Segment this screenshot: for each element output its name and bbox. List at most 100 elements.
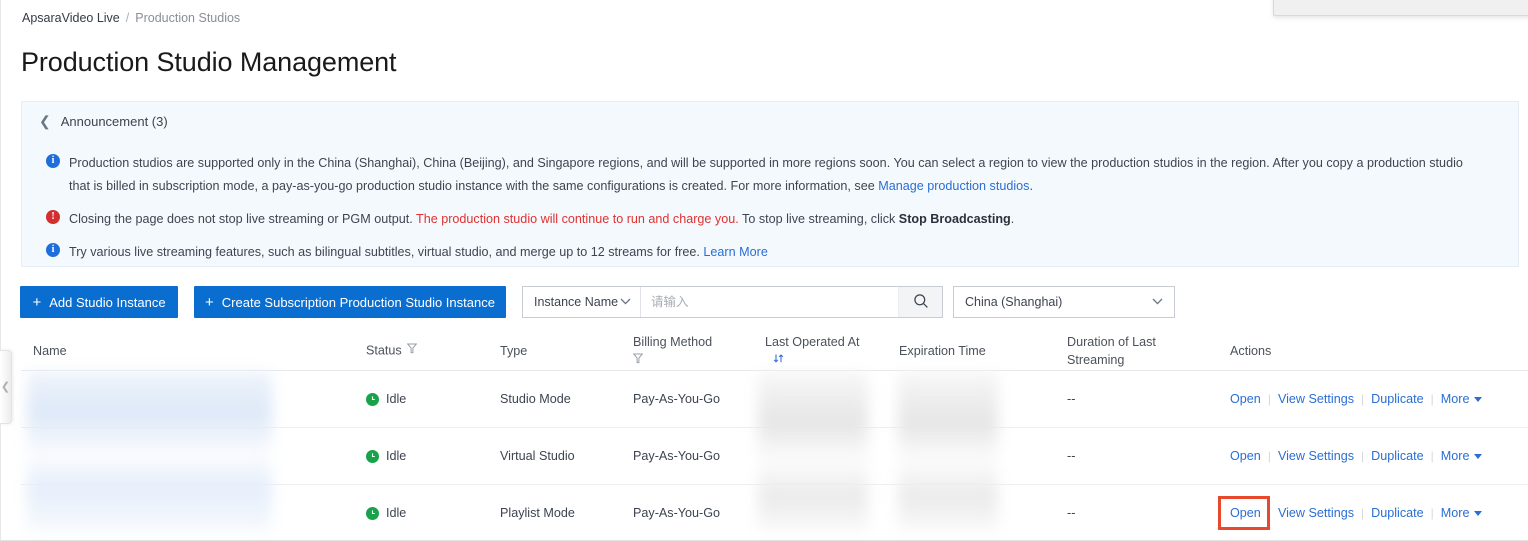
clock-icon [366, 449, 379, 463]
open-link[interactable]: Open [1223, 392, 1268, 406]
column-header-actions: Actions [1230, 343, 1271, 361]
view-settings-link[interactable]: View Settings [1271, 506, 1361, 520]
search-filter-select[interactable]: Instance Name [523, 287, 641, 317]
column-header-name: Name [33, 343, 67, 361]
toolbar: + Add Studio Instance + Create Subscriptio… [20, 286, 1175, 318]
column-header-label: Type [500, 344, 528, 358]
announcement-text-segment: . [1029, 178, 1033, 193]
announcement-item: i Try various live streaming features, s… [46, 241, 1504, 264]
create-subscription-production-studio-instance-button[interactable]: + Create Subscription Production Studio I… [194, 286, 506, 318]
cell-status: Idle [366, 449, 406, 463]
learn-more-link[interactable]: Learn More [703, 245, 767, 259]
search-filter-value: Instance Name [534, 295, 619, 309]
page-title: Production Studio Management [21, 47, 397, 77]
filter-icon[interactable] [632, 352, 644, 370]
page-root: ApsaraVideo Live / Production Studios Prod… [0, 0, 1528, 541]
column-header-label: Expiration Time [899, 344, 986, 358]
top-right-floating-panel [1273, 0, 1528, 16]
duplicate-link[interactable]: Duplicate [1364, 392, 1431, 406]
plus-icon: + [205, 293, 214, 311]
chevron-down-glyph [1152, 298, 1163, 305]
column-header-label: Duration of Last Streaming [1067, 335, 1156, 367]
breadcrumb-current: Production Studios [135, 11, 241, 25]
caret-down-icon [1474, 453, 1483, 459]
magnifier-glyph [913, 293, 928, 308]
caret-down-icon [1474, 396, 1483, 402]
announcement-item-text: Closing the page does not stop live stre… [69, 208, 1014, 231]
add-studio-instance-button[interactable]: + Add Studio Instance [20, 286, 178, 318]
manage-production-studios-link[interactable]: Manage production studios [878, 179, 1029, 193]
chevron-left-icon: ❮ [39, 113, 51, 129]
more-label: More [1440, 392, 1470, 406]
cell-actions: Open | View Settings | Duplicate | More [1223, 506, 1483, 520]
create-subscription-label: Create Subscription Production Studio In… [221, 294, 495, 310]
column-header-label: Last Operated At [765, 335, 860, 349]
announcement-list: i Production studios are supported only … [46, 152, 1504, 274]
announcement-label: Announcement (3) [60, 114, 168, 129]
column-header-status[interactable]: Status [366, 342, 418, 360]
redacted-last-operated-column [758, 372, 868, 532]
cell-duration-of-last-streaming: -- [1067, 449, 1076, 463]
column-header-expiration-time: Expiration Time [899, 343, 986, 361]
column-header-type: Type [500, 343, 527, 361]
clock-glyph [371, 452, 375, 457]
filter-glyph [632, 353, 644, 363]
announcement-text-segment: To stop live streaming, click [738, 211, 899, 226]
cell-duration-of-last-streaming: -- [1067, 392, 1076, 406]
view-settings-link[interactable]: View Settings [1271, 392, 1361, 406]
duplicate-link[interactable]: Duplicate [1364, 506, 1431, 520]
column-header-label: Name [33, 344, 67, 358]
chevron-down-icon [1152, 297, 1163, 308]
column-header-billing-method[interactable]: Billing Method [632, 334, 728, 370]
redacted-expiration-column [898, 372, 998, 532]
breadcrumb-separator: / [125, 11, 130, 25]
open-link[interactable]: Open [1223, 449, 1268, 463]
caret-down-icon [1474, 510, 1483, 516]
magnifier-icon [913, 293, 929, 312]
cell-duration-of-last-streaming: -- [1067, 506, 1076, 520]
cell-actions: Open | View Settings | Duplicate | More [1223, 392, 1483, 406]
sidebar-collapse-handle[interactable]: ❮ [0, 350, 12, 424]
announcement-item-text: Try various live streaming features, suc… [69, 241, 768, 264]
more-dropdown[interactable]: More [1434, 392, 1483, 406]
search-input[interactable] [641, 287, 898, 317]
sort-icon[interactable] [773, 352, 784, 370]
info-icon: i [46, 242, 60, 257]
cell-type: Studio Mode [500, 392, 571, 406]
announcement-text-segment: Closing the page does not stop live stre… [69, 211, 416, 226]
open-link[interactable]: Open [1223, 506, 1268, 520]
column-header-last-operated-at[interactable]: Last Operated At [765, 334, 875, 370]
announcement-toggle[interactable]: ❮ Announcement (3) [39, 114, 168, 129]
cell-billing-method: Pay-As-You-Go [633, 449, 721, 463]
announcement-warning-text: The production studio will continue to r… [416, 211, 739, 226]
cell-status-label: Idle [386, 506, 407, 520]
warning-icon: ! [46, 209, 60, 224]
column-header-label: Actions [1230, 344, 1272, 358]
search-button[interactable] [898, 287, 942, 317]
more-dropdown[interactable]: More [1434, 506, 1483, 520]
cell-status: Idle [366, 506, 406, 520]
clock-icon [366, 506, 379, 520]
duplicate-link[interactable]: Duplicate [1364, 449, 1431, 463]
announcement-item: ! Closing the page does not stop live st… [46, 208, 1504, 231]
cell-billing-method: Pay-As-You-Go [633, 506, 721, 520]
table-header-row: Name Status Type Billing Method Last Ope… [21, 329, 1528, 371]
breadcrumb-root-link[interactable]: ApsaraVideo Live [22, 11, 120, 25]
announcement-text-segment: Try various live streaming features, suc… [69, 244, 704, 259]
clock-glyph [371, 509, 375, 514]
chevron-down-icon [620, 297, 631, 308]
region-select[interactable]: China (Shanghai) [953, 286, 1175, 318]
region-select-value: China (Shanghai) [965, 295, 1063, 309]
filter-icon[interactable] [406, 342, 418, 360]
more-dropdown[interactable]: More [1434, 449, 1483, 463]
cell-type: Virtual Studio [500, 449, 575, 463]
announcement-panel: ❮ Announcement (3) i Production studios … [21, 101, 1519, 267]
cell-status: Idle [366, 392, 406, 406]
chevron-down-glyph [620, 298, 631, 305]
left-rail-divider [0, 0, 1, 541]
search-group: Instance Name [522, 286, 943, 318]
announcement-item: i Production studios are supported only … [46, 152, 1504, 198]
sort-glyph [773, 354, 784, 363]
cell-billing-method: Pay-As-You-Go [633, 392, 721, 406]
view-settings-link[interactable]: View Settings [1271, 449, 1361, 463]
